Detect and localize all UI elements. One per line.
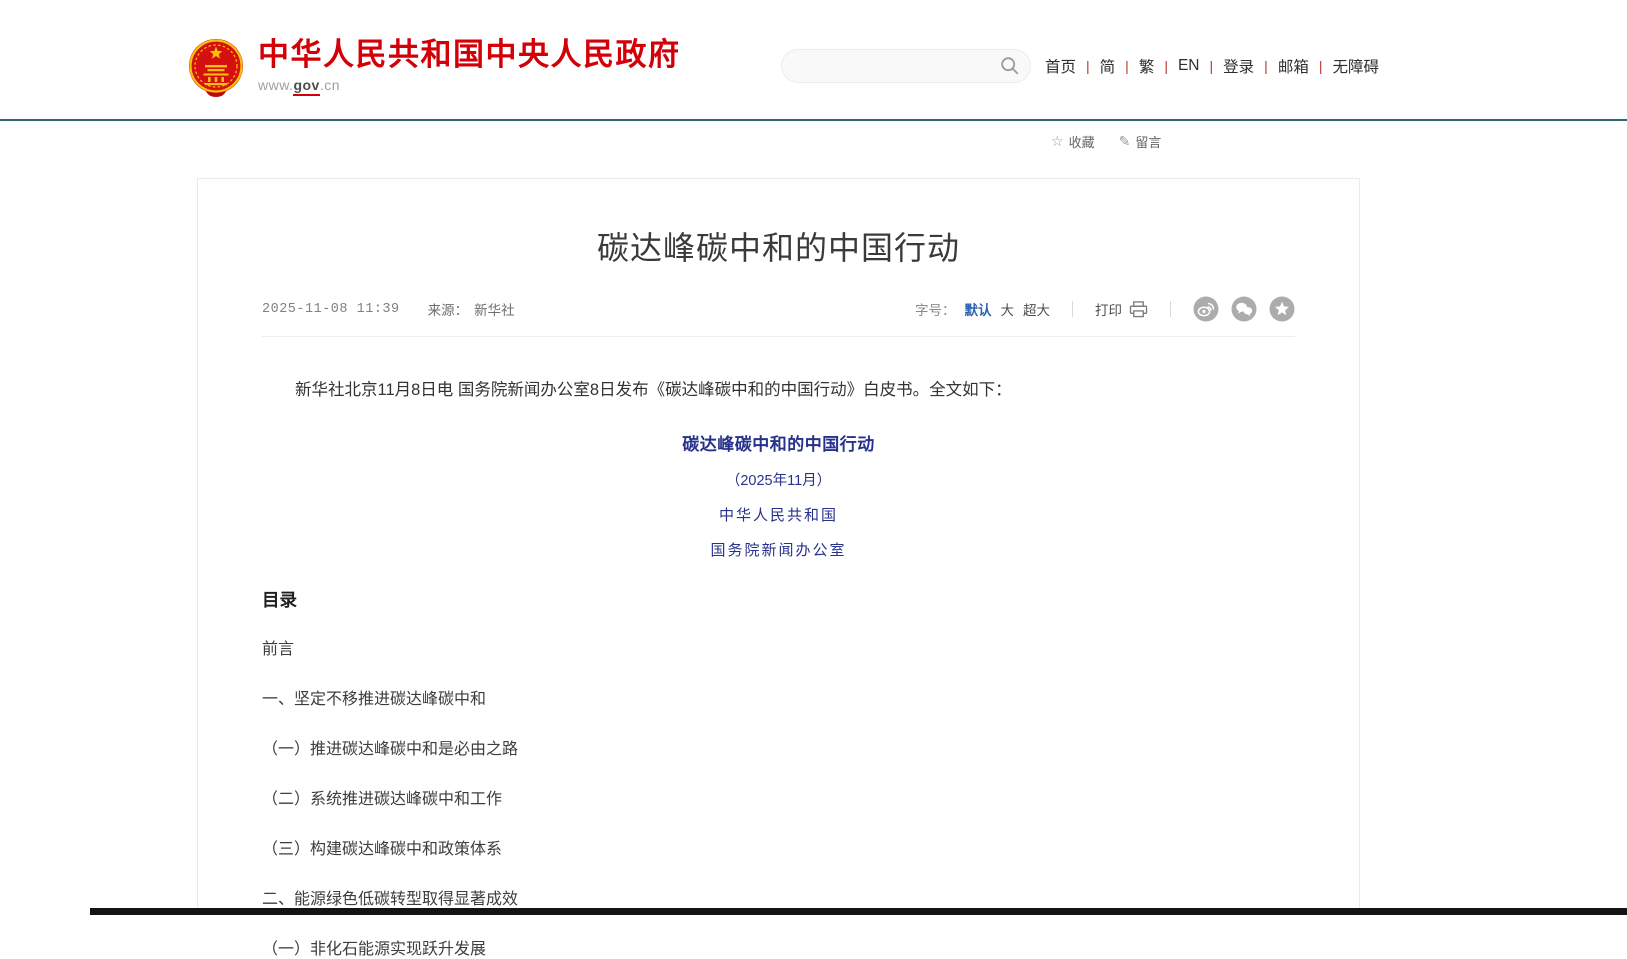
nav-accessibility[interactable]: 无障碍 [1332, 55, 1379, 77]
star-icon: ☆ [1051, 133, 1064, 150]
top-nav: 首页 | 简 | 繁 | EN | 登录 | 邮箱 | 无障碍 [1045, 55, 1379, 77]
nav-mail[interactable]: 邮箱 [1278, 55, 1309, 77]
toc-item: （一）非化石能源实现跃升发展 [262, 935, 1295, 959]
article-meta: 2025-11-08 11:39 来源： 新华社 字号： 默认 大 超大 打印 [262, 296, 1295, 322]
nav-english[interactable]: EN [1178, 57, 1200, 75]
toc-heading: 目录 [262, 587, 1295, 612]
nav-separator: | [1210, 58, 1214, 74]
nav-separator: | [1125, 58, 1129, 74]
nav-login[interactable]: 登录 [1223, 55, 1254, 77]
document-author-line1: 中华人民共和国 [262, 504, 1295, 525]
star-share-icon[interactable] [1269, 296, 1295, 322]
site-header: 中华人民共和国中央人民政府 www.gov.cn 首页 | 简 | 繁 | EN… [0, 0, 1627, 119]
meta-right: 字号： 默认 大 超大 打印 [915, 296, 1295, 322]
pen-icon: ✎ [1119, 133, 1131, 150]
bottom-edge-strip [90, 908, 1627, 915]
toc-item: （三）构建碳达峰碳中和政策体系 [262, 835, 1295, 859]
toc-item: 二、能源绿色低碳转型取得显著成效 [262, 885, 1295, 909]
table-of-contents: 目录 前言 一、坚定不移推进碳达峰碳中和 （一）推进碳达峰碳中和是必由之路 （二… [262, 587, 1295, 959]
document-title: 碳达峰碳中和的中国行动 [262, 430, 1295, 455]
article-intro: 新华社北京11月8日电 国务院新闻办公室8日发布《碳达峰碳中和的中国行动》白皮书… [262, 377, 1295, 404]
divider [1072, 301, 1073, 317]
toc-item: 前言 [262, 635, 1295, 659]
nav-separator: | [1319, 58, 1323, 74]
font-size-xlarge[interactable]: 超大 [1023, 299, 1050, 319]
font-size-label: 字号： [915, 299, 956, 319]
nav-simplified[interactable]: 简 [1100, 55, 1116, 77]
search-icon[interactable] [1000, 56, 1020, 76]
toc-item: 一、坚定不移推进碳达峰碳中和 [262, 685, 1295, 709]
nav-separator: | [1264, 58, 1268, 74]
favorite-button[interactable]: ☆ 收藏 [1051, 132, 1095, 151]
source-link[interactable]: 新华社 [474, 299, 515, 319]
font-size-large[interactable]: 大 [1001, 299, 1015, 319]
publish-date: 2025-11-08 11:39 [262, 302, 400, 317]
print-label: 打印 [1095, 299, 1122, 319]
document-author-line2: 国务院新闻办公室 [262, 539, 1295, 560]
comment-button[interactable]: ✎ 留言 [1119, 132, 1162, 151]
site-url: www.gov.cn [258, 77, 681, 93]
nav-traditional[interactable]: 繁 [1139, 55, 1155, 77]
search-input[interactable] [798, 58, 1000, 74]
toc-item: （二）系统推进碳达峰碳中和工作 [262, 785, 1295, 809]
favorite-label: 收藏 [1069, 132, 1095, 151]
page-tools: ☆ 收藏 ✎ 留言 [1051, 132, 1161, 151]
national-emblem-icon [188, 38, 244, 98]
meta-divider [262, 336, 1295, 337]
weibo-share-icon[interactable] [1193, 296, 1219, 322]
document-heading: 碳达峰碳中和的中国行动 （2025年11月） 中华人民共和国 国务院新闻办公室 [262, 430, 1295, 560]
article-card: 碳达峰碳中和的中国行动 2025-11-08 11:39 来源： 新华社 字号：… [197, 178, 1360, 915]
site-title: 中华人民共和国中央人民政府 [258, 38, 681, 72]
source-label: 来源： [428, 299, 469, 319]
wechat-share-icon[interactable] [1231, 296, 1257, 322]
font-size-default[interactable]: 默认 [965, 299, 992, 319]
document-date: （2025年11月） [262, 469, 1295, 490]
search-box[interactable] [781, 49, 1031, 83]
printer-icon [1129, 301, 1148, 318]
meta-left: 2025-11-08 11:39 来源： 新华社 [262, 299, 515, 319]
comment-label: 留言 [1135, 132, 1161, 151]
divider [1170, 301, 1171, 317]
print-button[interactable]: 打印 [1095, 299, 1148, 319]
header-divider [0, 119, 1627, 121]
toc-item: （一）推进碳达峰碳中和是必由之路 [262, 735, 1295, 759]
site-logo[interactable]: 中华人民共和国中央人民政府 www.gov.cn [188, 38, 681, 98]
nav-separator: | [1164, 58, 1168, 74]
article-title: 碳达峰碳中和的中国行动 [262, 223, 1295, 269]
share-icons [1193, 296, 1295, 322]
nav-home[interactable]: 首页 [1045, 55, 1076, 77]
nav-separator: | [1086, 58, 1090, 74]
